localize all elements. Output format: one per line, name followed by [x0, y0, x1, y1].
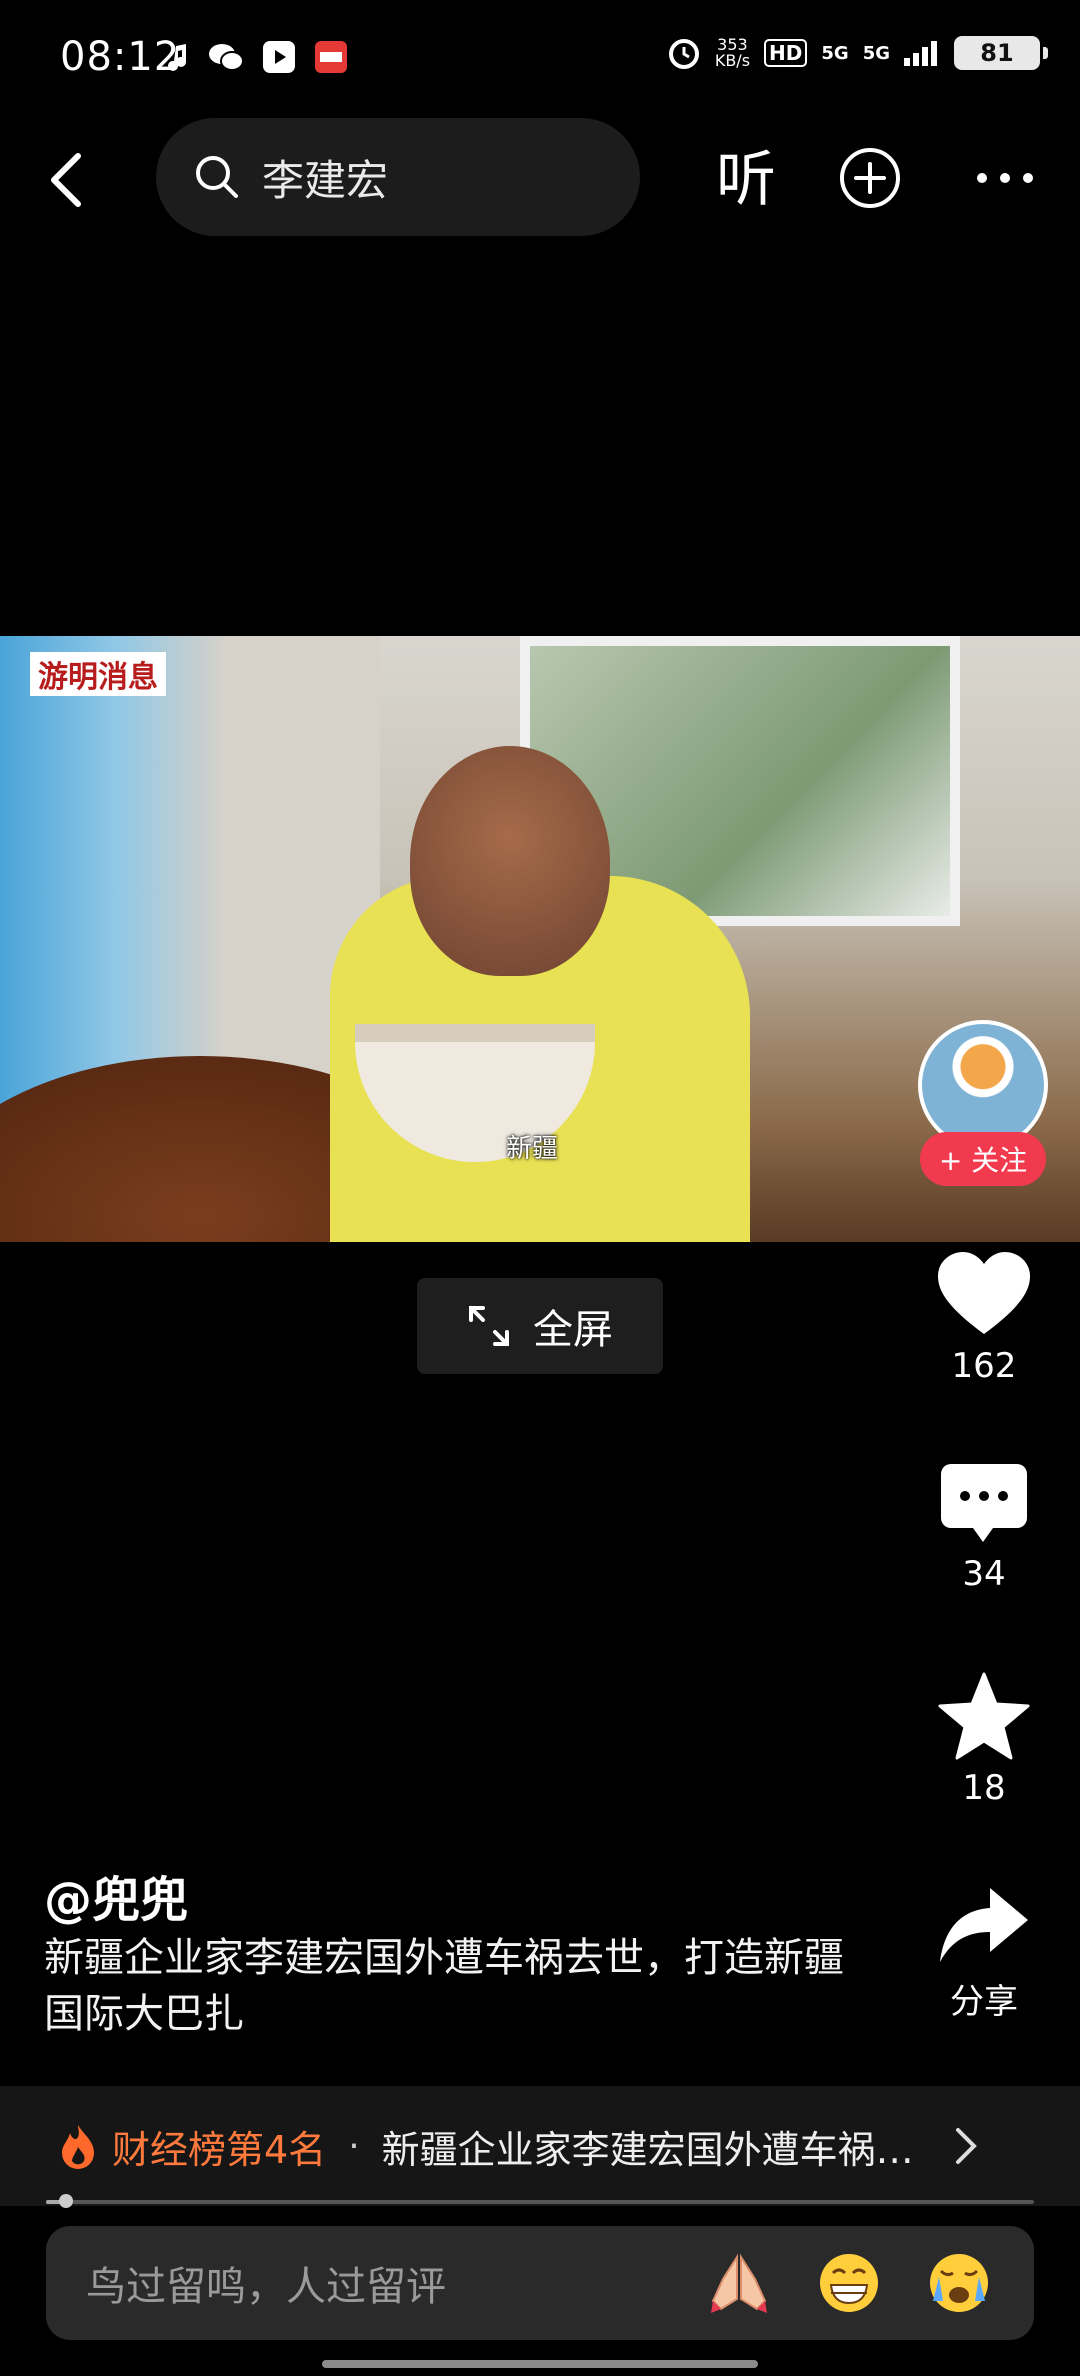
- share-action[interactable]: 分享: [928, 1886, 1040, 2023]
- video-app-icon: [263, 41, 295, 73]
- ranking-label: 财经榜第4名: [112, 2127, 327, 2172]
- author-name[interactable]: @兜兜: [44, 1860, 188, 1930]
- net-speed: 353 KB/s: [715, 37, 750, 69]
- like-action[interactable]: 162: [928, 1250, 1040, 1386]
- ranking-title: 新疆企业家李建宏国外遭车祸去世…: [381, 2127, 922, 2172]
- notification-icons: [168, 40, 348, 74]
- pray-emoji-icon: [711, 2253, 767, 2313]
- back-button[interactable]: [40, 140, 100, 220]
- cry-emoji-icon: [930, 2254, 988, 2312]
- ranking-banner[interactable]: 财经榜第4名 · 新疆企业家李建宏国外遭车祸去世…: [0, 2086, 1080, 2206]
- pray-emoji-button[interactable]: [704, 2248, 774, 2318]
- signal-bars-icon: [904, 41, 937, 66]
- fullscreen-button[interactable]: 全屏: [417, 1278, 663, 1374]
- like-count: 162: [951, 1346, 1017, 1386]
- video-scene-head: [410, 746, 610, 976]
- status-bar: 08:12 353 KB/s HD 5G 5G 81: [0, 0, 1080, 120]
- more-button[interactable]: [970, 150, 1040, 206]
- favorite-action[interactable]: 18: [928, 1672, 1040, 1808]
- search-bar[interactable]: 李建宏: [156, 118, 640, 236]
- comment-icon: [941, 1464, 1027, 1542]
- fullscreen-icon: [469, 1306, 509, 1346]
- alarm-icon: [668, 39, 699, 69]
- signal-1: 5G: [821, 42, 849, 64]
- battery-indicator: 81: [954, 36, 1048, 70]
- author-avatar[interactable]: [918, 1020, 1048, 1150]
- news-app-icon: [315, 41, 347, 73]
- comment-placeholder: 鸟过留鸣，人过留评: [86, 2264, 446, 2310]
- signal-2: 5G: [862, 42, 890, 64]
- net-speed-unit: KB/s: [714, 51, 751, 70]
- video-caption: 新疆: [506, 1134, 559, 1164]
- video-progress-knob[interactable]: [59, 2194, 73, 2208]
- comment-action[interactable]: 34: [928, 1462, 1040, 1594]
- fullscreen-label: 全屏: [533, 1307, 613, 1353]
- comment-input[interactable]: 鸟过留鸣，人过留评: [46, 2226, 1034, 2340]
- fire-icon: [62, 2125, 94, 2169]
- favorite-count: 18: [962, 1768, 1006, 1808]
- plus-circle-icon: [840, 148, 900, 208]
- music-note-icon: [168, 44, 186, 71]
- share-icon: [940, 1888, 1028, 1962]
- cry-emoji-button[interactable]: [924, 2248, 994, 2318]
- home-indicator[interactable]: [322, 2360, 758, 2368]
- wechat-icon: [209, 44, 244, 71]
- star-icon: [938, 1672, 1030, 1760]
- video-player[interactable]: 游明消息 新疆: [0, 636, 1080, 1242]
- ranking-separator: ·: [348, 2125, 360, 2167]
- share-label: 分享: [950, 1982, 1018, 2022]
- status-time: 08:12: [60, 34, 181, 80]
- grin-emoji-button[interactable]: [814, 2248, 884, 2318]
- system-status: 353 KB/s HD 5G 5G 81: [667, 36, 1048, 70]
- grin-emoji-icon: [820, 2254, 878, 2312]
- search-icon: [196, 156, 238, 198]
- create-button[interactable]: [838, 146, 902, 210]
- follow-button[interactable]: + 关注: [920, 1132, 1046, 1186]
- more-icon: [977, 173, 1033, 183]
- listen-button[interactable]: 听: [706, 140, 786, 220]
- back-icon: [51, 153, 81, 207]
- hd-badge: HD: [764, 39, 808, 67]
- video-watermark: 游明消息: [30, 652, 166, 696]
- heart-icon: [938, 1252, 1030, 1334]
- comment-count: 34: [962, 1554, 1006, 1594]
- search-query: 李建宏: [262, 155, 389, 205]
- video-progress-track[interactable]: [46, 2200, 1034, 2204]
- chevron-right-icon: [955, 2128, 977, 2164]
- post-description: 新疆企业家李建宏国外遭车祸去世，打造新疆国际大巴扎: [44, 1935, 844, 2037]
